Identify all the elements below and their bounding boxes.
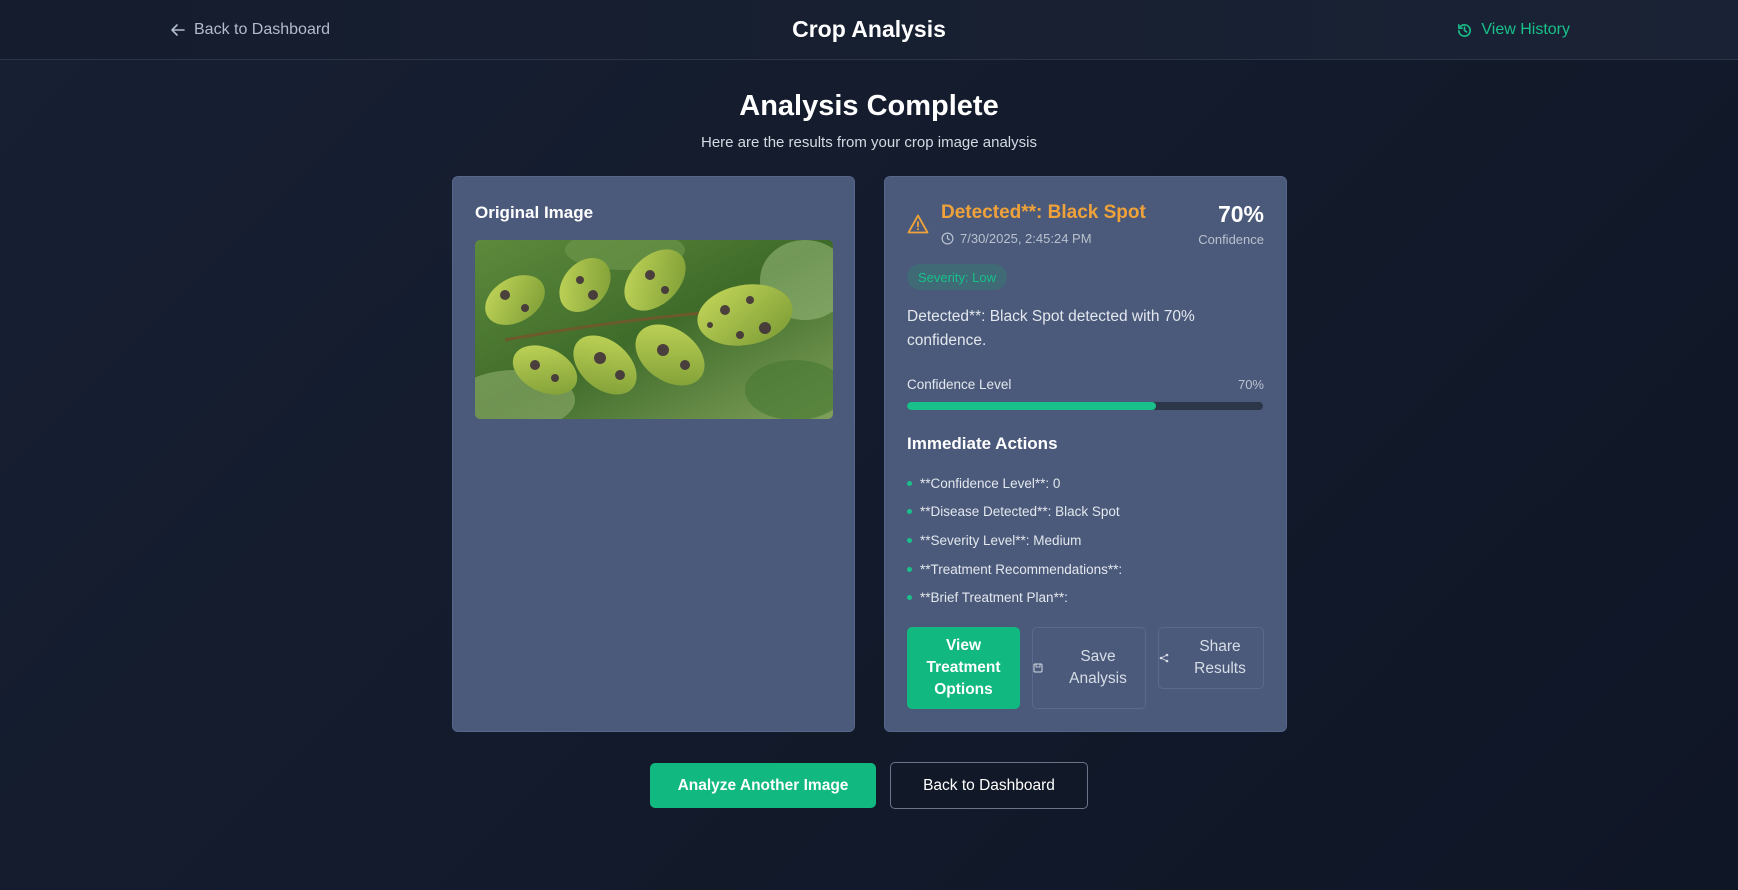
analyze-another-image-button[interactable]: Analyze Another Image <box>650 763 876 808</box>
timestamp-text: 7/30/2025, 2:45:24 PM <box>960 231 1092 246</box>
analysis-subheading: Here are the results from your crop imag… <box>701 134 1037 151</box>
confidence-progress-bar <box>907 402 1263 410</box>
top-header: Back to Dashboard Crop Analysis View His… <box>0 0 1738 60</box>
detection-description: Detected**: Black Spot detected with 70%… <box>907 308 1195 349</box>
save-analysis-label: Save Analysis <box>1069 648 1127 687</box>
immediate-actions-list: **Confidence Level**: 0 **Disease Detect… <box>907 469 1263 612</box>
share-results-button[interactable]: Share Results <box>1158 627 1264 689</box>
bullet-dot <box>907 595 912 601</box>
analysis-result-card: Detected**: Black Spot 7/30/2025, 2:45:2… <box>884 176 1287 732</box>
list-item: **Treatment Recommendations**: <box>907 555 1263 584</box>
list-item: **Confidence Level**: 0 <box>907 469 1263 498</box>
action-text: **Confidence Level**: 0 <box>920 475 1061 491</box>
bullet-dot <box>907 566 912 572</box>
confidence-value: 70% <box>1217 201 1264 227</box>
confidence-level-label: Confidence Level <box>907 377 1012 392</box>
share-results-label: Share Results <box>1194 638 1246 677</box>
back-to-dashboard-button[interactable]: Back to Dashboard <box>890 762 1088 809</box>
list-item: **Brief Treatment Plan**: <box>907 583 1263 612</box>
original-image-label: Original Image <box>475 203 594 222</box>
bullet-dot <box>907 509 912 515</box>
history-icon <box>1458 23 1472 37</box>
list-item: **Severity Level**: Medium <box>907 526 1263 555</box>
action-text: **Severity Level**: Medium <box>920 532 1082 548</box>
action-text: **Brief Treatment Plan**: <box>920 590 1068 606</box>
save-analysis-button[interactable]: Save Analysis <box>1032 627 1146 709</box>
save-icon <box>1033 663 1043 673</box>
detection-title: Detected**: Black Spot <box>941 202 1146 223</box>
confidence-level-value: 70% <box>1237 377 1264 392</box>
clock-icon <box>941 232 954 245</box>
warning-triangle-icon <box>907 214 929 234</box>
severity-badge: Severity: Low <box>907 264 1008 290</box>
view-history-link[interactable]: View History <box>1456 20 1570 40</box>
analysis-heading: Analysis Complete <box>739 90 999 122</box>
view-treatment-options-button[interactable]: View Treatment Options <box>907 627 1020 709</box>
share-icon <box>1159 653 1169 663</box>
analysis-timestamp: 7/30/2025, 2:45:24 PM <box>941 231 1092 246</box>
bullet-dot <box>907 537 912 543</box>
bullet-dot <box>907 480 912 486</box>
view-history-label: View History <box>1481 21 1570 38</box>
crop-leaf-image <box>475 240 833 419</box>
list-item: **Disease Detected**: Black Spot <box>907 498 1263 527</box>
original-image-card: Original Image <box>452 176 855 732</box>
confidence-caption: Confidence <box>1198 232 1264 247</box>
action-text: **Treatment Recommendations**: <box>920 561 1123 577</box>
immediate-actions-heading: Immediate Actions <box>907 434 1058 453</box>
confidence-progress-fill <box>907 402 1157 410</box>
action-text: **Disease Detected**: Black Spot <box>920 504 1120 520</box>
